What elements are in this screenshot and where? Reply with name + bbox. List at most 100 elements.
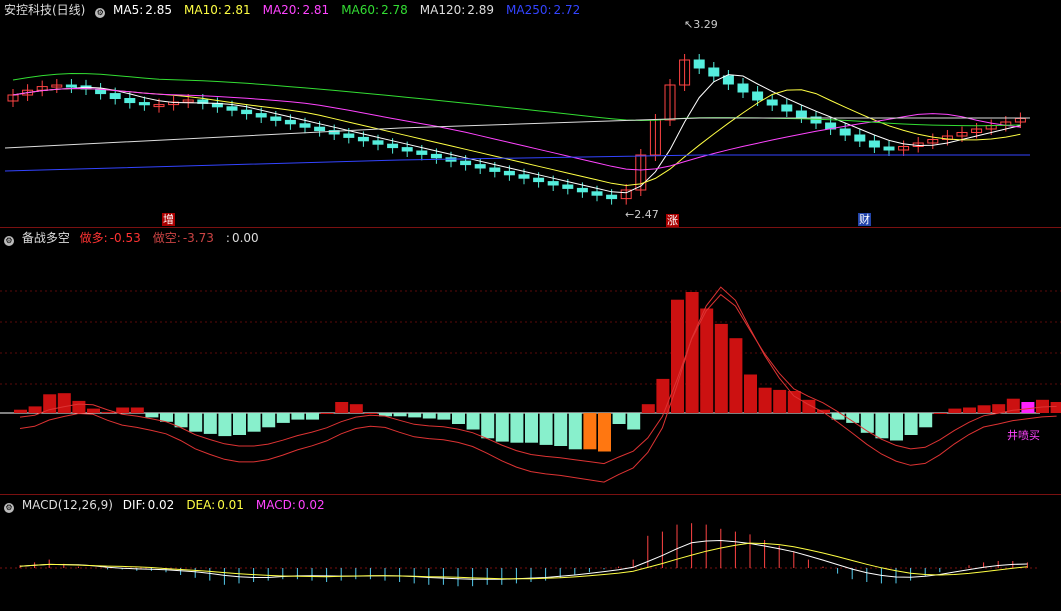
candle-body	[868, 140, 880, 148]
dif-line	[19, 539, 1028, 580]
event-tag-cai[interactable]: 财	[858, 213, 871, 226]
main-chart-panel[interactable]: 安控科技(日线) ⚙ MA5: 2.85 MA10: 2.81 MA20: 2.81 MA6…	[0, 0, 1061, 227]
indicator-bar	[247, 413, 261, 432]
candle-body	[241, 109, 253, 115]
candle-body	[606, 194, 618, 200]
candle-body	[124, 98, 136, 104]
signal-label: 井喷买	[1007, 429, 1040, 442]
candle-body	[460, 160, 472, 166]
legend-item: DEA: 0.01	[186, 498, 244, 512]
candle-body	[138, 102, 150, 106]
main-legend: 安控科技(日线) ⚙ MA5: 2.85 MA10: 2.81 MA20: 2.81 MA6…	[4, 2, 598, 18]
ma250-line	[4, 154, 1030, 172]
indicator-bar	[583, 413, 597, 450]
indicator-bar	[72, 400, 86, 413]
macd-title: MACD(12,26,9)	[21, 498, 113, 512]
indicator-bar	[87, 408, 100, 413]
legend-item: MA20: 2.81	[262, 3, 330, 17]
legend-item: 做多: -0.53	[79, 231, 141, 245]
indicator-bar	[627, 413, 641, 430]
macd-legend: ⚙ MACD(12,26,9) DIF: 0.02 DEA: 0.01 MACD: 0.0…	[4, 497, 343, 513]
indicator-bar	[904, 413, 918, 435]
indicator-bar	[933, 413, 947, 414]
indicator-bar	[306, 413, 319, 420]
indicator-bar	[612, 413, 626, 424]
indicator-bar	[729, 338, 743, 413]
indicator-bar	[919, 413, 933, 428]
indicator-bar	[452, 413, 465, 424]
indicator-bar	[875, 413, 889, 439]
candle-body	[226, 106, 238, 111]
indicator-bar	[408, 413, 422, 418]
indicator-bar	[641, 404, 655, 413]
candle-body	[314, 126, 326, 132]
indicator-bar	[145, 413, 159, 418]
ma5-line	[12, 74, 1021, 194]
legend-item: 做空: -3.73	[152, 231, 214, 245]
indicator-bar	[1021, 402, 1035, 413]
indicator-bar	[320, 413, 334, 414]
candle-body	[284, 119, 296, 125]
indicator-bar	[262, 413, 276, 428]
event-tag-zhang[interactable]: 涨	[666, 214, 679, 227]
candle-body	[503, 170, 515, 176]
candle-body	[854, 134, 866, 142]
indicator-bar	[598, 413, 611, 452]
legend-item: MA5: 2.85	[113, 3, 172, 17]
macd-panel[interactable]: ⚙ MACD(12,26,9) DIF: 0.02 DEA: 0.01 MACD: 0.0…	[0, 495, 1061, 611]
indicator-bar	[831, 413, 845, 420]
candle-body	[591, 191, 603, 196]
indicator-bar	[977, 405, 991, 413]
candle-body	[109, 93, 121, 100]
candle-body	[343, 133, 355, 138]
ma-legend: MA5: 2.85 MA10: 2.81 MA20: 2.81 MA60: 2.78 MA120…	[113, 3, 592, 17]
candle-body	[795, 110, 807, 118]
candle-body	[839, 128, 851, 136]
candle-body	[576, 187, 588, 193]
indicator-panel[interactable]: ⚙ 备战多空 做多: -0.53 做空: -3.73:0.00 井喷买	[0, 228, 1061, 494]
legend-item: MACD: 0.02	[255, 498, 325, 512]
candle-body	[489, 167, 501, 172]
candle-body	[430, 153, 442, 159]
low-price-label: ←2.47	[625, 208, 659, 221]
indicator-bar	[393, 413, 407, 417]
indicator-bar	[773, 389, 787, 413]
candle-body	[372, 140, 384, 145]
indicator-bar	[233, 413, 246, 435]
indicator-bar	[744, 374, 757, 413]
candlestick-chart	[4, 54, 1030, 205]
indicator-bar	[495, 413, 509, 442]
indicator-bar	[364, 413, 378, 414]
indicator-bar	[963, 407, 976, 413]
indicator-bar	[422, 413, 436, 419]
candle-body	[547, 181, 559, 186]
candle-body	[357, 136, 369, 142]
candle-body	[737, 83, 749, 93]
indicator-bar	[218, 413, 232, 437]
arrow-icon: ↖	[684, 18, 694, 31]
indicator-bar	[130, 407, 144, 413]
indicator-bar	[714, 323, 728, 413]
candle-body	[255, 113, 267, 118]
candle-body	[518, 174, 530, 179]
indicator-bar	[291, 413, 305, 420]
indicator-bar	[335, 402, 349, 413]
event-tag-zeng[interactable]: 增	[162, 213, 175, 226]
settings-icon[interactable]: ⚙	[95, 8, 106, 18]
candle-body	[708, 67, 720, 77]
indicator-bar	[276, 413, 290, 423]
candle-body	[416, 150, 428, 155]
indicator-bar	[466, 413, 480, 430]
settings-icon[interactable]: ⚙	[4, 236, 14, 246]
legend-item: :0.00	[225, 231, 259, 245]
candle-body	[693, 59, 705, 69]
indicator-bar	[189, 413, 203, 432]
candle-body	[65, 84, 77, 88]
macd-values: DIF: 0.02 DEA: 0.01 MACD: 0.02	[123, 498, 337, 512]
dea-line	[19, 542, 1028, 580]
stock-title: 安控科技(日线)	[4, 3, 86, 17]
settings-icon[interactable]: ⚙	[4, 503, 14, 513]
indicator-bar	[174, 413, 188, 428]
indicator-bar	[992, 404, 1006, 413]
candle-body	[781, 104, 793, 112]
